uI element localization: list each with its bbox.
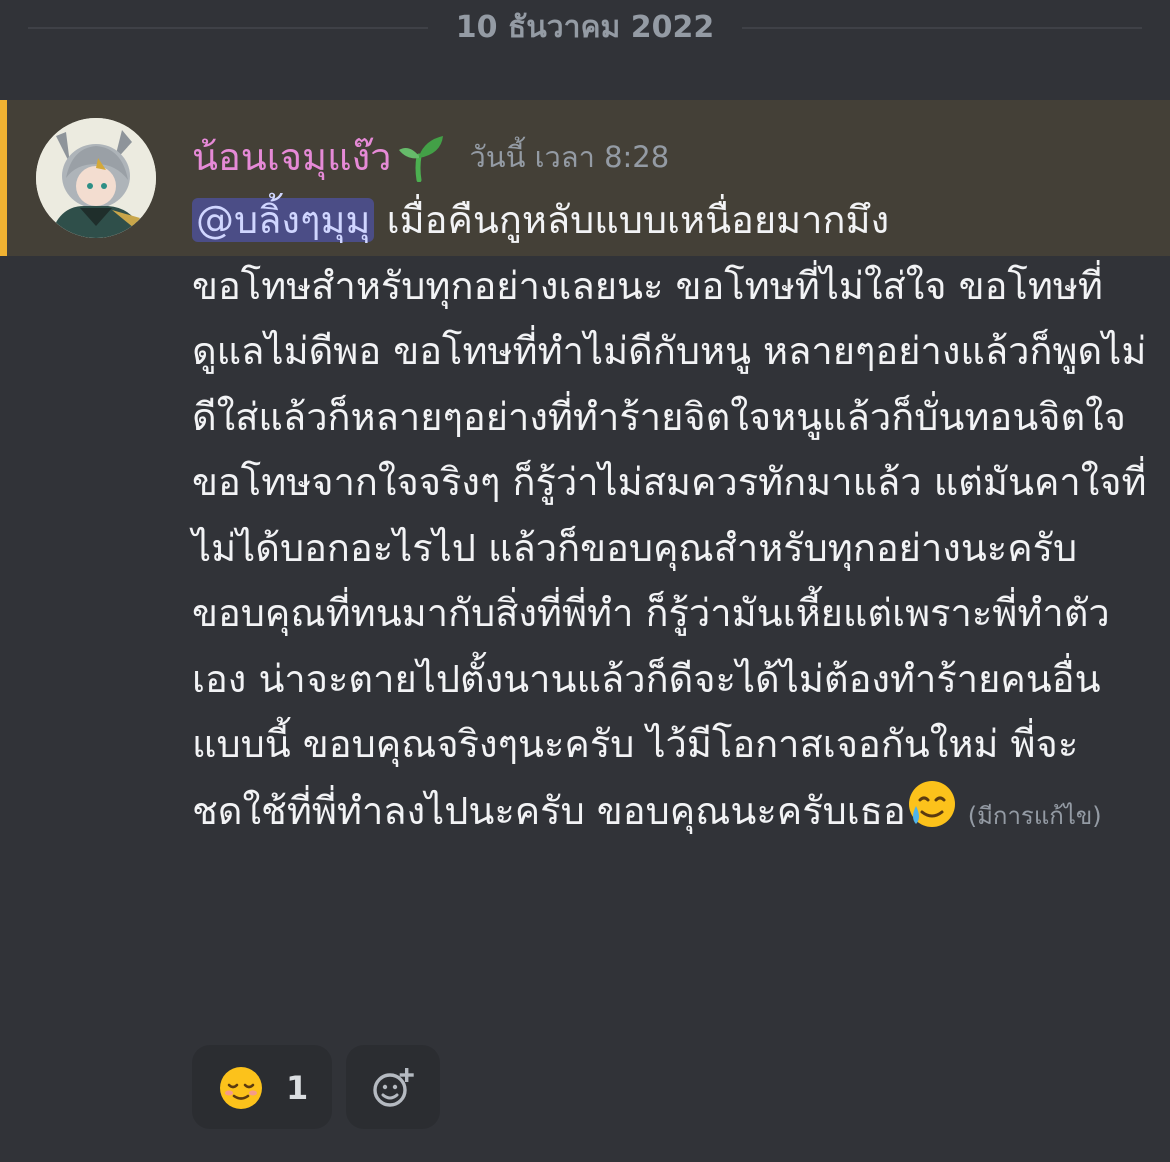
user-mention[interactable]: @บลิ้งๆมุมุ xyxy=(192,198,375,242)
date-divider-label: 10 ธันวาคม 2022 xyxy=(455,10,715,45)
seedling-icon xyxy=(391,132,447,183)
crying-smile-emoji xyxy=(906,778,958,830)
avatar[interactable] xyxy=(36,118,156,238)
reaction-count: 1 xyxy=(286,1069,309,1107)
edited-label: (มีการแก้ไข) xyxy=(967,801,1102,830)
add-reaction-icon xyxy=(373,1068,414,1107)
mention-accent-bar xyxy=(0,100,7,256)
divider-line-left xyxy=(28,27,428,29)
timestamp: วันนี้ เวลา 8:28 xyxy=(469,140,670,174)
relieved-face-emoji xyxy=(220,1067,262,1109)
message-first-line: เมื่อคืนกูหลับแบบเหนื่อยมากมึง xyxy=(386,198,890,242)
date-divider: 10 ธันวาคม 2022 xyxy=(0,0,1170,58)
username[interactable]: น้อนเจมุแง๊ว xyxy=(192,132,391,182)
divider-line-right xyxy=(742,27,1142,29)
message-header: น้อนเจมุแง๊ว วันนี้ เวลา 8:28 xyxy=(192,132,669,184)
message-body: ขอโทษสำหรับทุกอย่างเลยนะ ขอโทษที่ไม่ใส่ใ… xyxy=(192,263,1147,833)
reaction-relieved-face[interactable] xyxy=(192,1045,332,1129)
add-reaction-button[interactable] xyxy=(346,1045,440,1129)
message-content: @บลิ้งๆมุมุ เมื่อคืนกูหลับแบบเหนื่อยมากม… xyxy=(192,188,1152,849)
